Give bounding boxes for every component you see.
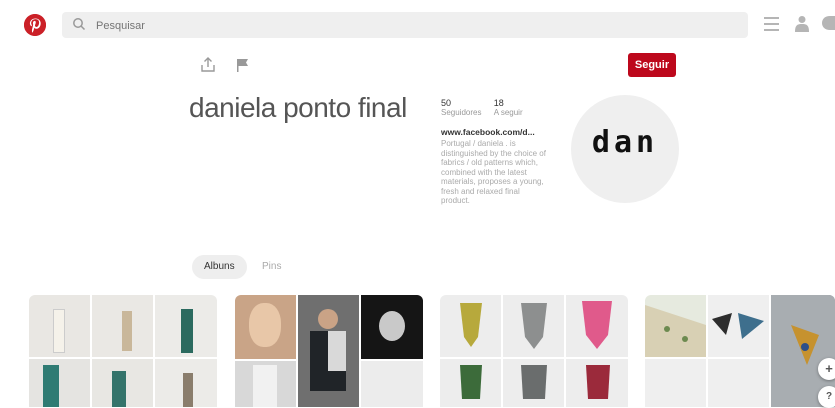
board-thumbnail [708, 359, 769, 407]
board-thumbnail [155, 295, 217, 357]
board-thumbnail [361, 295, 423, 359]
tab-albums[interactable]: Albuns [192, 255, 247, 279]
board-thumbnail [92, 295, 153, 357]
board-thumbnail [566, 295, 628, 357]
board-thumbnail [29, 295, 90, 357]
board-thumbnail [361, 361, 423, 407]
followers-stat[interactable]: 50 Seguidores [441, 98, 481, 117]
board-thumbnail [235, 361, 296, 407]
following-count: 18 [493, 98, 504, 108]
pinterest-logo-icon[interactable] [24, 14, 46, 36]
board-card[interactable] [440, 295, 628, 407]
help-button[interactable]: ? [818, 386, 835, 408]
following-label: A seguir [493, 108, 523, 117]
menu-icon[interactable] [764, 17, 779, 31]
tab-pins[interactable]: Pins [250, 255, 293, 279]
followers-count: 50 [441, 98, 452, 108]
board-card[interactable] [645, 295, 835, 407]
board-thumbnail [92, 359, 153, 407]
board-thumbnail [645, 295, 706, 357]
board-thumbnail [708, 295, 769, 357]
avatar-logo-text: dan [591, 125, 659, 160]
board-thumbnail [440, 295, 501, 357]
followers-label: Seguidores [441, 108, 482, 117]
board-card[interactable] [235, 295, 423, 407]
profile-bio: Portugal / daniela . is distinguished by… [441, 139, 546, 205]
board-thumbnail [566, 359, 628, 407]
avatar: dan [571, 95, 679, 203]
board-thumbnail [440, 359, 501, 407]
search-input[interactable] [94, 16, 698, 36]
following-stat[interactable]: 18 A seguir [494, 98, 523, 117]
board-thumbnail [645, 359, 706, 407]
board-thumbnail [298, 295, 359, 407]
messages-icon[interactable] [822, 16, 835, 32]
profile-stats: 50 Seguidores 18 A seguir [441, 98, 533, 117]
board-thumbnail [29, 359, 90, 407]
board-thumbnail [235, 295, 296, 359]
flag-icon[interactable] [236, 58, 249, 72]
follow-button[interactable]: Seguir [628, 53, 676, 77]
board-thumbnail [503, 295, 564, 357]
share-icon[interactable] [200, 57, 216, 73]
top-bar [0, 0, 835, 50]
board-thumbnail [503, 359, 564, 407]
add-pin-button[interactable]: + [818, 358, 835, 380]
website-link[interactable]: www.facebook.com/d... [441, 127, 551, 137]
board-thumbnail [155, 359, 217, 407]
profile-name: daniela ponto final [189, 92, 407, 123]
board-card[interactable] [29, 295, 217, 407]
search-bar[interactable] [62, 12, 748, 38]
search-icon [73, 18, 86, 31]
user-icon[interactable] [795, 15, 809, 32]
